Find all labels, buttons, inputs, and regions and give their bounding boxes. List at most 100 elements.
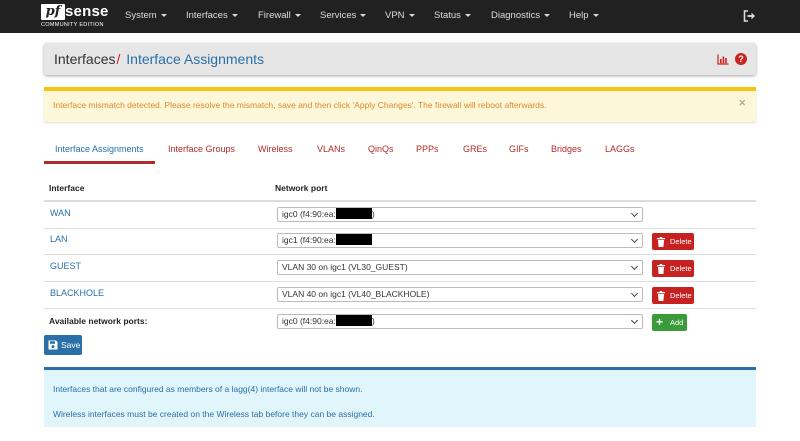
select-value: igc0 (f4:90:ea: — [282, 316, 336, 326]
tab-interface-assignments[interactable]: Interface Assignments — [44, 137, 155, 164]
brand-name: sense — [65, 3, 109, 20]
brand-logo-mark: pf — [41, 4, 65, 20]
close-icon[interactable]: × — [738, 96, 746, 110]
breadcrumb-current[interactable]: Interface Assignments — [126, 51, 264, 67]
info-wireless-note: Wireless interfaces must be created on t… — [53, 409, 375, 419]
chevron-down-icon — [630, 316, 639, 325]
chevron-down-icon — [231, 13, 238, 17]
redacted-mac — [335, 234, 372, 246]
nav-diagnostics[interactable]: Diagnostics — [491, 0, 551, 33]
select-value: igc1 (f4:90:ea: — [282, 235, 336, 245]
logout-icon[interactable] — [743, 10, 757, 22]
network-port-select-blackhole[interactable]: VLAN 40 on igc1 (VL40_BLACKHOLE) — [277, 287, 643, 302]
nav-status[interactable]: Status — [434, 0, 471, 33]
save-label: Save — [61, 340, 81, 350]
chevron-down-icon — [592, 13, 599, 17]
table-row-blackhole: BLACKHOLE VLAN 40 on igc1 (VL40_BLACKHOL… — [44, 282, 756, 309]
network-port-select-wan[interactable]: igc0 (f4:90:ea:) — [277, 207, 643, 222]
network-port-select-lan[interactable]: igc1 (f4:90:ea: — [277, 233, 643, 248]
breadcrumb-panel: Interfaces/ Interface Assignments ? — [44, 43, 756, 75]
brand-edition: COMMUNITY EDITION — [41, 22, 104, 28]
table-row-guest: GUEST VLAN 30 on igc1 (VL30_GUEST) Delet… — [44, 255, 756, 282]
delete-button-guest[interactable]: Delete — [652, 260, 694, 277]
plus-icon: + — [656, 315, 664, 329]
pfsense-logo[interactable]: pf sense COMMUNITY EDITION — [40, 3, 110, 30]
tab-gres[interactable]: GREs — [463, 137, 487, 164]
trash-icon — [657, 264, 665, 274]
chevron-down-icon — [294, 13, 301, 17]
breadcrumb-separator: / — [116, 51, 121, 67]
interface-link-lan[interactable]: LAN — [50, 234, 68, 244]
delete-label: Delete — [670, 291, 692, 300]
bar-chart-icon[interactable] — [717, 54, 729, 65]
add-button[interactable]: + Add — [652, 314, 687, 331]
top-navbar: pf sense COMMUNITY EDITION System Interf… — [0, 0, 800, 33]
nav-system[interactable]: System — [125, 0, 167, 33]
network-port-select-guest[interactable]: VLAN 30 on igc1 (VL30_GUEST) — [277, 260, 643, 275]
interface-link-blackhole[interactable]: BLACKHOLE — [50, 288, 104, 298]
available-port-select[interactable]: igc0 (f4:90:ea:) — [277, 314, 643, 329]
tab-wireless[interactable]: Wireless — [258, 137, 293, 164]
column-header-network-port: Network port — [275, 183, 328, 193]
nav-diagnostics-label: Diagnostics — [491, 10, 541, 21]
select-value-suffix: ) — [371, 316, 375, 326]
chevron-down-icon — [464, 13, 471, 17]
select-value: VLAN 40 on igc1 (VL40_BLACKHOLE) — [282, 289, 430, 299]
chevron-down-icon — [544, 13, 551, 17]
redacted-mac — [335, 208, 372, 220]
table-row-available-ports: Available network ports: igc0 (f4:90:ea:… — [44, 309, 756, 336]
chevron-down-icon — [160, 13, 167, 17]
nav-firewall[interactable]: Firewall — [258, 0, 301, 33]
add-label: Add — [670, 318, 684, 327]
select-value-suffix: ) — [371, 209, 375, 219]
nav-interfaces-label: Interfaces — [186, 10, 228, 21]
nav-services[interactable]: Services — [320, 0, 367, 33]
interface-link-guest[interactable]: GUEST — [50, 261, 81, 271]
trash-icon — [657, 291, 665, 301]
tab-laggs[interactable]: LAGGs — [605, 137, 635, 164]
chevron-down-icon — [630, 262, 639, 271]
nav-firewall-label: Firewall — [258, 10, 291, 21]
nav-help-label: Help — [569, 10, 589, 21]
chevron-down-icon — [408, 13, 415, 17]
chevron-down-icon — [630, 235, 639, 244]
chevron-down-icon — [630, 209, 639, 218]
interface-link-wan[interactable]: WAN — [50, 208, 71, 218]
save-button[interactable]: Save — [44, 335, 82, 355]
info-box: Interfaces that are configured as member… — [44, 367, 756, 427]
tab-interface-groups[interactable]: Interface Groups — [168, 137, 235, 164]
chevron-down-icon — [360, 13, 367, 17]
redacted-mac — [335, 315, 372, 327]
table-row-lan: LAN igc1 (f4:90:ea: Delete — [44, 228, 756, 255]
delete-label: Delete — [670, 264, 692, 273]
breadcrumb: Interfaces/ Interface Assignments — [54, 51, 264, 67]
delete-label: Delete — [670, 237, 692, 246]
table-row-wan: WAN igc0 (f4:90:ea:) — [44, 202, 756, 229]
delete-button-blackhole[interactable]: Delete — [652, 287, 694, 304]
delete-button-lan[interactable]: Delete — [652, 233, 694, 250]
nav-system-label: System — [125, 10, 157, 21]
tab-gifs[interactable]: GIFs — [509, 137, 529, 164]
select-value: igc0 (f4:90:ea: — [282, 209, 336, 219]
nav-vpn-label: VPN — [385, 10, 405, 21]
nav-interfaces[interactable]: Interfaces — [186, 0, 238, 33]
nav-services-label: Services — [320, 10, 357, 21]
nav-help[interactable]: Help — [569, 0, 599, 33]
column-header-interface: Interface — [49, 183, 85, 193]
save-icon — [48, 340, 58, 350]
chevron-down-icon — [630, 289, 639, 298]
alert-message: Interface mismatch detected. Please reso… — [53, 100, 547, 110]
tab-ppps[interactable]: PPPs — [416, 137, 439, 164]
tab-bridges[interactable]: Bridges — [551, 137, 582, 164]
info-lagg-note: Interfaces that are configured as member… — [53, 384, 363, 394]
tab-qinqs[interactable]: QinQs — [368, 137, 394, 164]
available-ports-label: Available network ports: — [49, 316, 148, 326]
trash-icon — [657, 237, 665, 247]
nav-vpn[interactable]: VPN — [385, 0, 415, 33]
breadcrumb-parent[interactable]: Interfaces — [54, 51, 115, 67]
nav-status-label: Status — [434, 10, 461, 21]
tab-vlans[interactable]: VLANs — [317, 137, 345, 164]
interface-mismatch-alert: Interface mismatch detected. Please reso… — [44, 87, 756, 122]
select-value: VLAN 30 on igc1 (VL30_GUEST) — [282, 262, 408, 272]
help-icon[interactable]: ? — [735, 53, 747, 65]
